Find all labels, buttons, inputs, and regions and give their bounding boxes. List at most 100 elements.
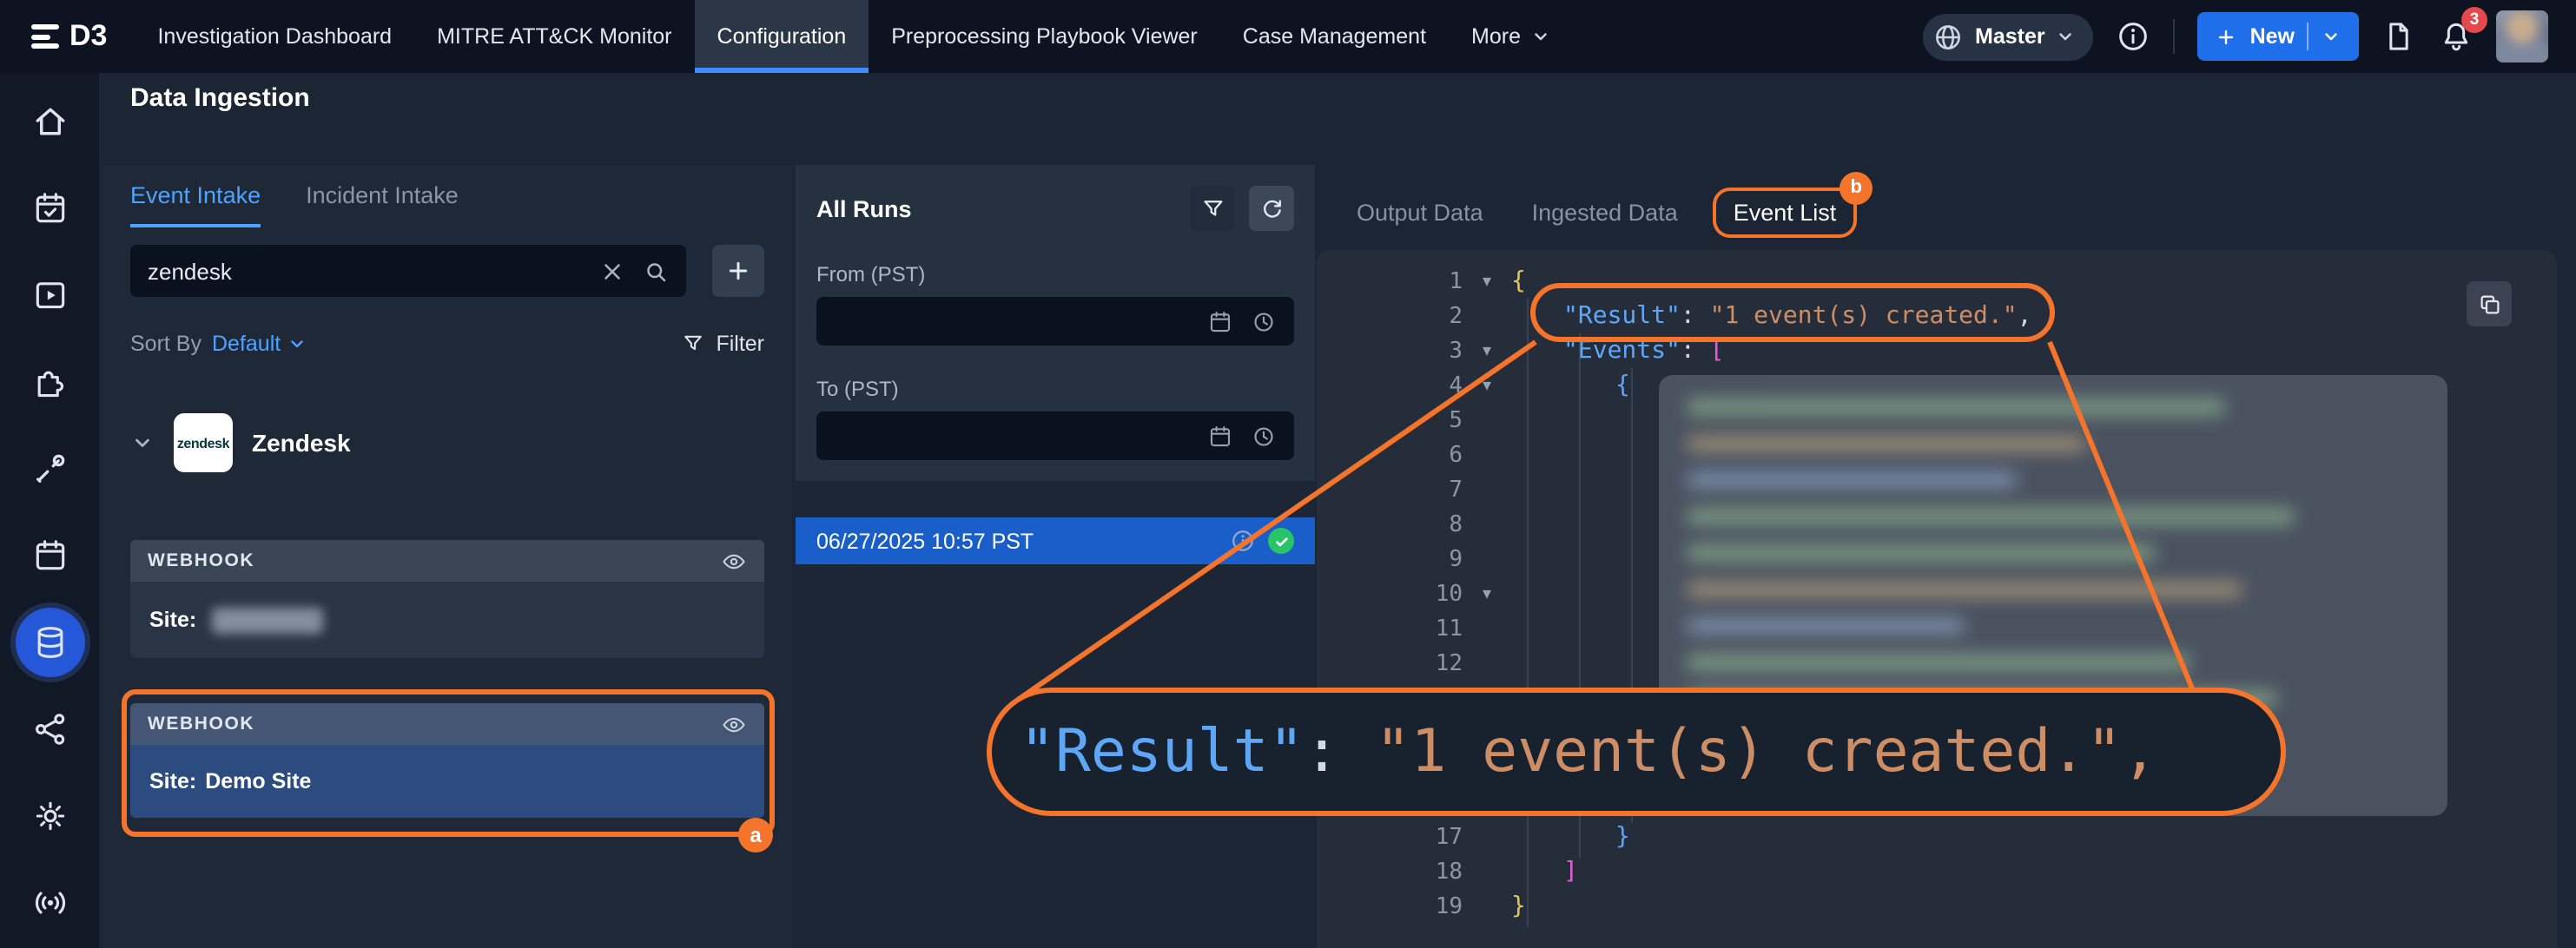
from-datetime-input[interactable]	[816, 297, 1294, 346]
nav-item-preprocessing-playbook-viewer[interactable]: Preprocessing Playbook Viewer	[869, 0, 1220, 73]
eye-icon[interactable]	[721, 711, 747, 737]
sidebar-item-tools[interactable]	[29, 448, 70, 490]
notifications-button[interactable]: 3	[2439, 19, 2474, 54]
tab-output-data[interactable]: Output Data	[1357, 199, 1483, 225]
calendar-icon[interactable]	[1207, 423, 1233, 449]
webhook-card-header: WEBHOOK	[130, 540, 764, 582]
fold-chevron-icon[interactable]: ▾	[1463, 272, 1511, 291]
success-check-icon	[1268, 528, 1294, 554]
code-content: }	[1511, 823, 1630, 851]
run-row[interactable]: 06/27/2025 10:57 PST	[796, 517, 1315, 564]
tab-label: Ingested Data	[1532, 199, 1678, 225]
zendesk-logo: zendesk	[174, 413, 233, 472]
line-number: 6	[1317, 442, 1463, 468]
redacted-line	[1687, 545, 2156, 561]
d3-logo[interactable]: D3	[0, 0, 135, 73]
nav-item-configuration[interactable]: Configuration	[695, 0, 869, 73]
add-source-button[interactable]	[712, 245, 764, 297]
sidebar-item-database[interactable]	[29, 622, 70, 663]
sidebar-item-playbook[interactable]	[29, 274, 70, 316]
line-number: 2	[1317, 303, 1463, 329]
clock-icon[interactable]	[1251, 423, 1277, 449]
code-content: ]	[1511, 858, 1578, 885]
chevron-down-icon	[2321, 26, 2342, 47]
new-button[interactable]: New	[2198, 12, 2359, 61]
line-number: 4	[1317, 372, 1463, 398]
plus-icon	[2216, 25, 2238, 48]
webhook-card[interactable]: WEBHOOKSite:	[130, 540, 764, 658]
home-icon	[30, 102, 69, 141]
sidebar-item-network[interactable]	[29, 708, 70, 750]
webhook-card-selected[interactable]: WEBHOOKSite:Demo Site	[130, 703, 764, 818]
sidebar-item-home[interactable]	[29, 101, 70, 142]
sidebar	[0, 73, 99, 948]
copy-button[interactable]	[2467, 281, 2512, 326]
code-line: 18]	[1317, 854, 2557, 889]
line-number: 11	[1317, 616, 1463, 642]
tab-ingested-data[interactable]: Ingested Data	[1532, 199, 1678, 225]
to-label: To (PST)	[816, 377, 1294, 401]
filter-button[interactable]: Filter	[681, 332, 764, 356]
search-icon[interactable]	[643, 258, 669, 284]
search-row	[130, 245, 764, 297]
info-icon[interactable]	[1230, 528, 1256, 554]
search-box[interactable]	[130, 245, 686, 297]
tab-label: Event List	[1734, 199, 1837, 225]
calendar-icon[interactable]	[1207, 308, 1233, 334]
clock-icon[interactable]	[1251, 308, 1277, 334]
sidebar-item-calendar[interactable]	[29, 535, 70, 576]
code-content: {	[1511, 267, 1526, 295]
fold-chevron-icon[interactable]: ▾	[1463, 376, 1511, 395]
to-datetime-input[interactable]	[816, 411, 1294, 460]
site-value: Demo Site	[205, 769, 311, 793]
document-button[interactable]	[2381, 19, 2416, 54]
search-input[interactable]	[148, 258, 582, 284]
line-number: 3	[1317, 338, 1463, 364]
runs-buttons	[1190, 186, 1294, 231]
playbook-icon	[30, 276, 69, 314]
gear-icon	[30, 797, 69, 835]
runs-header: All Runs	[816, 186, 1294, 231]
nav-item-more[interactable]: More	[1449, 0, 1573, 73]
code-content: "Result": "1 event(s) created.",	[1511, 302, 2032, 330]
redacted-line	[1687, 618, 1965, 634]
eye-icon[interactable]	[721, 548, 747, 574]
nav-item-mitre-att-ck-monitor[interactable]: MITRE ATT&CK Monitor	[414, 0, 694, 73]
sidebar-item-calendar-check[interactable]	[29, 188, 70, 229]
globe-icon	[1932, 20, 1965, 53]
nav-item-investigation-dashboard[interactable]: Investigation Dashboard	[135, 0, 414, 73]
clear-search-icon[interactable]	[599, 258, 625, 284]
nav-item-case-management[interactable]: Case Management	[1220, 0, 1449, 73]
nav-item-label: MITRE ATT&CK Monitor	[437, 24, 671, 49]
redacted-line	[1687, 582, 2242, 597]
tab-event-list[interactable]: Event Listb	[1713, 187, 1858, 237]
sidebar-item-gear[interactable]	[29, 795, 70, 837]
tab-event-intake[interactable]: Event Intake	[130, 182, 261, 227]
tab-incident-intake[interactable]: Incident Intake	[306, 182, 459, 224]
webhook-card-body: Site:	[130, 582, 764, 658]
info-button[interactable]	[2117, 19, 2151, 54]
line-number: 18	[1317, 859, 1463, 885]
app-root: D3 Investigation Dashboard MITRE ATT&CK M…	[0, 0, 2576, 948]
collapse-chevron-icon[interactable]	[130, 431, 155, 455]
runs-refresh-button[interactable]	[1249, 186, 1294, 231]
code-line: 3▾"Events": [	[1317, 333, 2557, 368]
broadcast-icon	[30, 884, 69, 922]
sort-by-dropdown[interactable]: Default	[212, 332, 307, 356]
user-avatar[interactable]	[2496, 10, 2548, 63]
d3-logo-bars-icon	[31, 24, 59, 49]
annotation-badge-a: a	[738, 818, 773, 853]
master-environment-dropdown[interactable]: Master	[1923, 13, 2094, 60]
redacted-line	[1687, 436, 2086, 451]
intake-panel: Event IntakeIncident Intake Sort By Defa…	[102, 165, 792, 948]
sidebar-item-broadcast[interactable]	[29, 882, 70, 924]
fold-chevron-icon[interactable]: ▾	[1463, 341, 1511, 360]
intake-tabs: Event Intake Incident Intake	[130, 182, 764, 234]
notification-badge: 3	[2461, 7, 2487, 33]
integration-group-row[interactable]: zendesk Zendesk	[130, 408, 764, 477]
sidebar-item-puzzle[interactable]	[29, 361, 70, 403]
fold-chevron-icon[interactable]: ▾	[1463, 584, 1511, 603]
runs-filter-button[interactable]	[1190, 186, 1235, 231]
line-number: 19	[1317, 893, 1463, 919]
integration-name: Zendesk	[252, 429, 351, 457]
